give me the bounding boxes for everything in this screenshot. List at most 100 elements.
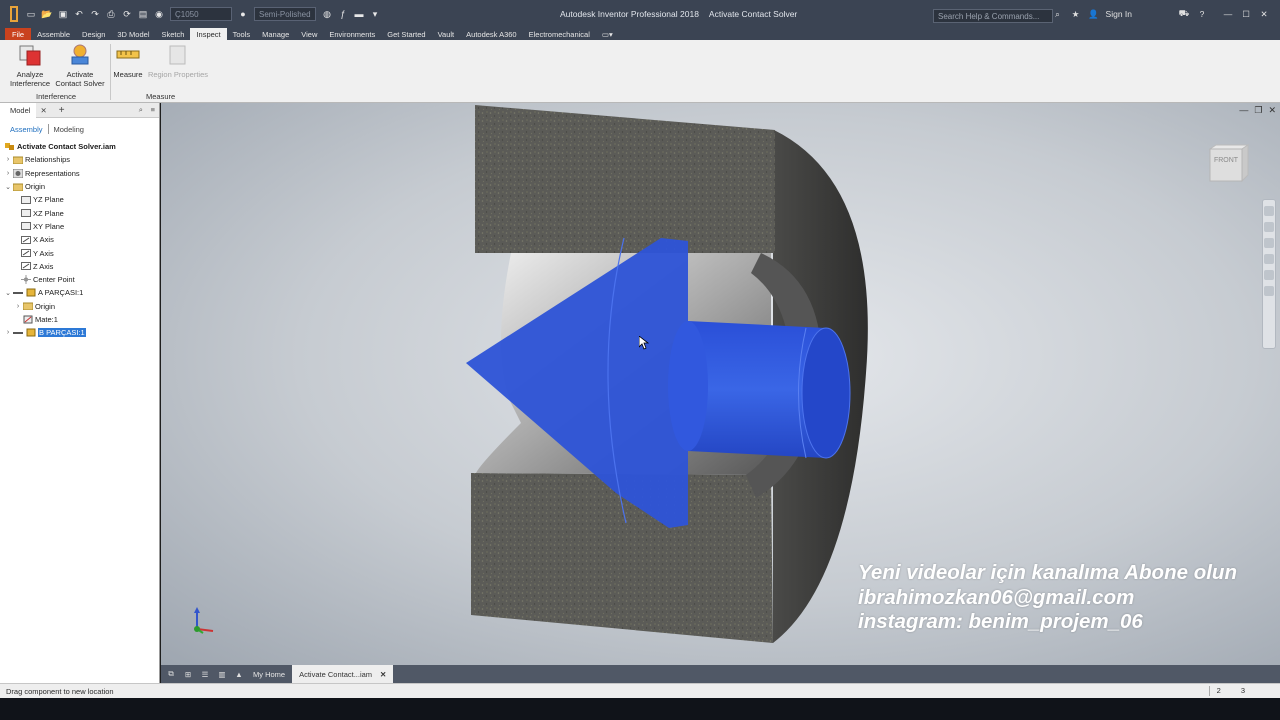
status-separator — [1209, 686, 1210, 696]
orbit-icon[interactable] — [1264, 254, 1274, 264]
look-at-icon[interactable] — [1264, 270, 1274, 280]
tree-item-center-point[interactable]: Center Point — [4, 273, 159, 286]
appearance-icon[interactable]: ● — [236, 7, 250, 21]
minimize-icon[interactable]: — — [1222, 9, 1234, 19]
viewport-minimize-icon[interactable]: — — [1239, 105, 1248, 116]
subtab-modeling[interactable]: Modeling — [54, 125, 84, 134]
tree-item-xz-plane[interactable]: XZ Plane — [4, 206, 159, 219]
viewport-restore-icon[interactable]: ❐ — [1254, 105, 1262, 116]
tab-electromechanical[interactable]: Electromechanical — [523, 28, 596, 40]
tree-item-part-a-origin[interactable]: › Origin — [4, 300, 159, 313]
collapse-icon[interactable]: ⌄ — [4, 183, 12, 191]
material-dropdown[interactable]: Ç1050 — [170, 7, 232, 21]
browser-menu-icon[interactable]: ≡ — [151, 105, 155, 114]
new-icon[interactable]: ▭ — [24, 7, 38, 21]
tab-tools[interactable]: Tools — [227, 28, 257, 40]
browser-tab-model[interactable]: Model — [0, 102, 37, 118]
pan-icon[interactable] — [1264, 222, 1274, 232]
browser-header: Model ✕ + ⌕ ≡ — [0, 102, 159, 118]
tree-item-yz-plane[interactable]: YZ Plane — [4, 193, 159, 206]
expand-icon[interactable]: › — [4, 170, 12, 177]
redo-icon[interactable]: ↷ — [88, 7, 102, 21]
steering-wheel-icon[interactable] — [1264, 206, 1274, 216]
os-taskbar — [0, 698, 1280, 720]
update-icon[interactable]: ⟳ — [120, 7, 134, 21]
tree-item-z-axis[interactable]: Z Axis — [4, 260, 159, 273]
appearance-dropdown[interactable]: Semi-Polished — [254, 7, 316, 21]
tree-item-relationships[interactable]: › Relationships — [4, 153, 159, 166]
tab-3d-model[interactable]: 3D Model — [111, 28, 155, 40]
inventor-logo-icon[interactable] — [6, 4, 22, 24]
yz-plane-label: YZ Plane — [33, 195, 64, 205]
contact-label-1: Activate — [66, 70, 94, 79]
zoom-all-icon[interactable] — [1264, 286, 1274, 296]
properties-icon[interactable]: ◉ — [152, 7, 166, 21]
doc-tab-active[interactable]: Activate Contact...iam ✕ — [292, 665, 394, 683]
document-name: Activate Contact Solver — [708, 9, 798, 19]
expand-icon[interactable]: › — [4, 156, 12, 163]
tab-environments[interactable]: Environments — [323, 28, 381, 40]
cart-icon[interactable]: ⛟ — [1178, 8, 1190, 20]
tile-horizontal-icon[interactable]: ☰ — [198, 668, 212, 680]
tab-file[interactable]: File — [5, 28, 32, 40]
status-bar: Drag component to new location 2 3 — [0, 683, 1280, 698]
measure-button[interactable]: Measure — [112, 42, 144, 79]
activate-contact-solver-button[interactable]: Activate Contact Solver — [54, 42, 106, 88]
tab-design[interactable]: Design — [76, 28, 111, 40]
help-icon[interactable]: ? — [1196, 9, 1208, 19]
tab-assemble[interactable]: Assemble — [31, 28, 76, 40]
close-doc-icon[interactable]: ✕ — [380, 670, 386, 679]
viewcube[interactable]: FRONT — [1206, 141, 1252, 187]
tree-item-x-axis[interactable]: X Axis — [4, 233, 159, 246]
region-properties-button[interactable]: Region Properties — [146, 42, 210, 79]
favorites-icon[interactable]: ★ — [1070, 9, 1082, 20]
select-icon[interactable]: ▤ — [136, 7, 150, 21]
panel-options-icon[interactable]: ▭▾ — [596, 28, 619, 40]
tab-view[interactable]: View — [295, 28, 323, 40]
tab-sketch[interactable]: Sketch — [156, 28, 191, 40]
sign-in-button[interactable]: Sign In — [1106, 9, 1132, 19]
tile-vertical-icon[interactable]: ▥ — [215, 668, 229, 680]
subtab-assembly[interactable]: Assembly — [10, 125, 43, 134]
close-icon[interactable]: ✕ — [1258, 9, 1270, 20]
expand-icon[interactable]: › — [4, 329, 12, 336]
browser-search-icon[interactable]: ⌕ — [139, 105, 143, 115]
tree-item-mate[interactable]: Mate:1 — [4, 313, 159, 326]
tree-item-xy-plane[interactable]: XY Plane — [4, 220, 159, 233]
print-icon[interactable]: ⎙ — [104, 7, 118, 21]
tree-root[interactable]: Activate Contact Solver.iam — [4, 140, 159, 153]
tree-item-origin[interactable]: ⌄ Origin — [4, 180, 159, 193]
zoom-icon[interactable] — [1264, 238, 1274, 248]
tree-item-representations[interactable]: › Representations — [4, 167, 159, 180]
undo-icon[interactable]: ↶ — [72, 7, 86, 21]
tab-manage[interactable]: Manage — [256, 28, 295, 40]
doc-tab-my-home[interactable]: My Home — [246, 665, 292, 683]
color-bar-icon[interactable]: ▬ — [352, 7, 366, 21]
tile-icon[interactable]: ⊞ — [181, 668, 195, 680]
tab-autodesk-a360[interactable]: Autodesk A360 — [460, 28, 522, 40]
fx-icon[interactable]: ƒ — [336, 7, 350, 21]
cascade-icon[interactable]: ⧉ — [164, 668, 178, 680]
tree-item-part-a[interactable]: ⌄ A PARÇASI:1 — [4, 286, 159, 299]
tab-get-started[interactable]: Get Started — [381, 28, 431, 40]
add-browser-icon[interactable]: + — [59, 105, 65, 116]
clear-override-icon[interactable]: ◍ — [320, 7, 334, 21]
arrange-up-icon[interactable]: ▲ — [232, 668, 246, 680]
open-icon[interactable]: 📂 — [40, 7, 54, 21]
close-browser-icon[interactable]: ✕ — [36, 106, 50, 115]
collapse-icon[interactable]: ⌄ — [4, 289, 12, 297]
restore-icon[interactable]: ☐ — [1240, 9, 1252, 20]
save-icon[interactable]: ▣ — [56, 7, 70, 21]
tree-item-part-b[interactable]: › B PARÇASI:1 — [4, 326, 159, 339]
customize-icon[interactable]: ▾ — [368, 7, 382, 21]
help-search-input[interactable]: Search Help & Commands... — [933, 9, 1053, 23]
expand-icon[interactable]: › — [14, 303, 22, 310]
viewport-close-icon[interactable]: ✕ — [1268, 105, 1276, 116]
binoculars-icon[interactable]: ⌕ — [1052, 9, 1064, 20]
graphics-viewport[interactable]: — ❐ ✕ FRONT Yeni videolar için kanalıma … — [161, 103, 1280, 665]
tree-item-y-axis[interactable]: Y Axis — [4, 246, 159, 259]
tab-vault[interactable]: Vault — [432, 28, 461, 40]
user-icon[interactable]: 👤 — [1088, 9, 1100, 20]
analyze-interference-button[interactable]: Analyze Interference — [8, 42, 52, 88]
tab-inspect[interactable]: Inspect — [190, 28, 227, 40]
